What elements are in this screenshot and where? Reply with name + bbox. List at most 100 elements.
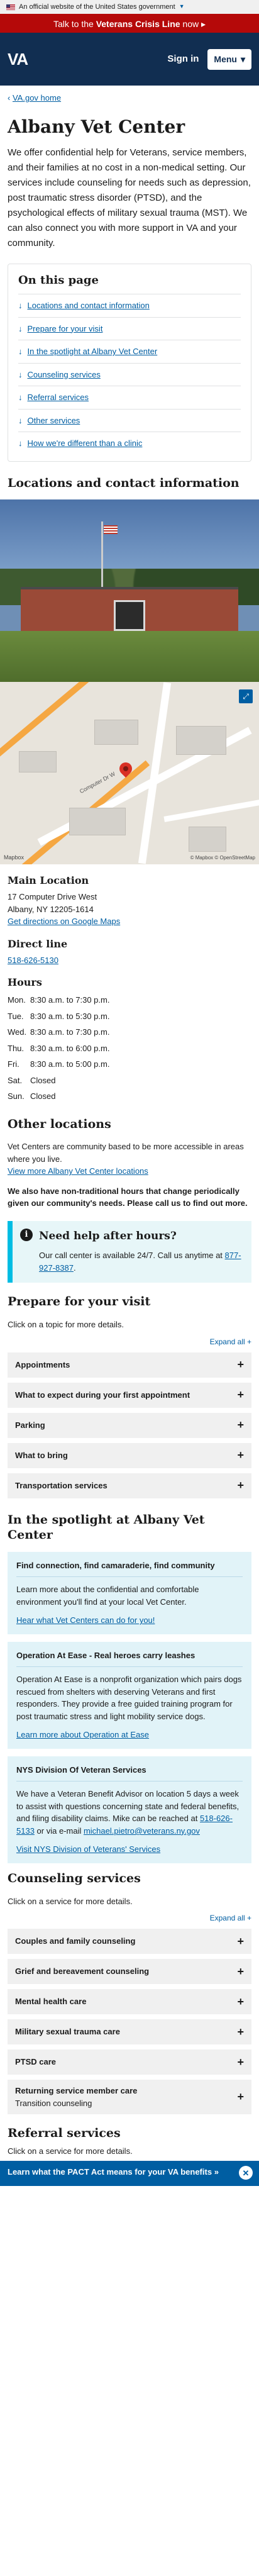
menu-button[interactable]: Menu ▾ [207,48,251,70]
accordion-mst-care[interactable]: Military sexual trauma care + [8,2019,251,2045]
hours-day: Sat. [8,1075,23,1085]
otp-item[interactable]: ↓ In the spotlight at Albany Vet Center [18,340,241,364]
plus-icon: + [237,1995,244,2008]
accordion-label: Transportation services [15,1480,107,1490]
map-attribution[interactable]: © Mapbox © OpenStreetMap [190,854,255,862]
hours-row: Thu. 8:30 a.m. to 6:00 p.m. [8,1042,251,1055]
otp-link[interactable]: Counseling services [28,369,101,381]
arrow-down-icon: ↓ [18,369,23,379]
hours-row: Sun. Closed [8,1090,251,1103]
otp-link[interactable]: Referral services [28,391,89,404]
hours-day: Thu. [8,1043,25,1053]
main-location-heading: Main Location [8,874,89,887]
accordion-label: Parking [15,1420,45,1430]
accordion-label: PTSD care [15,2057,57,2067]
prepare-hint: Click on a topic for more details. [8,1320,124,1330]
hours-day: Sun. [8,1091,25,1101]
crisis-line-banner[interactable]: Talk to the Veterans Crisis Line now ▸ [0,14,259,33]
hours-table: Mon. 8:30 a.m. to 7:30 p.m. Tue. 8:30 a.m.… [8,994,251,1103]
accordion-grief-counseling[interactable]: Grief and bereavement counseling + [8,1959,251,1985]
crisis-suffix: now [182,19,199,29]
otp-item[interactable]: ↓ Referral services [18,386,241,410]
accordion-returning-service-member[interactable]: Returning service member care Transition … [8,2080,251,2115]
referral-heading: Referral services [8,2126,121,2141]
otp-item[interactable]: ↓ Prepare for your visit [18,318,241,340]
spotlight-card-title: Find connection, find camaraderie, find … [16,1559,243,1578]
accordion-sublabel: Transition counseling [15,2098,92,2108]
otp-link[interactable]: In the spotlight at Albany Vet Center [28,345,158,358]
accordion-first-appointment[interactable]: What to expect during your first appoint… [8,1382,251,1408]
site-header: VA Sign in Menu ▾ [0,33,259,86]
other-locations-text: Vet Centers are community based to be mo… [8,1142,244,1164]
accordion-what-to-bring[interactable]: What to bring + [8,1442,251,1468]
page-intro: We offer confidential help for Veterans,… [8,147,251,248]
gov-banner[interactable]: An official website of the United States… [0,0,259,14]
otp-link[interactable]: Prepare for your visit [28,323,103,335]
breadcrumb-home-link[interactable]: VA.gov home [13,93,61,103]
arrow-down-icon: ↓ [18,438,23,448]
info-icon: i [20,1228,33,1241]
more-locations-link[interactable]: View more Albany Vet Center locations [8,1166,148,1176]
plus-icon: + [237,1479,244,1492]
prepare-heading: Prepare for your visit [8,1295,151,1309]
hours-time: 8:30 a.m. to 6:00 p.m. [30,1043,110,1053]
spotlight-card-link[interactable]: Learn more about Operation at Ease [16,1730,149,1739]
arrow-down-icon: ↓ [18,415,23,425]
hours-time: 8:30 a.m. to 5:30 p.m. [30,1011,110,1021]
hours-row: Mon. 8:30 a.m. to 7:30 p.m. [8,994,251,1006]
on-this-page: On this page ↓ Locations and contact info… [8,264,251,462]
accordion-appointments[interactable]: Appointments + [8,1352,251,1378]
pact-act-banner[interactable]: Learn what the PACT Act means for your V… [0,2161,259,2187]
phone-link[interactable]: 518-626-5130 [8,956,58,965]
spotlight-card-body-mid: or via e-mail [36,1826,82,1836]
spotlight-card-link[interactable]: Visit NYS Division of Veterans' Services [16,1844,160,1854]
location-map[interactable]: Computer Dr W ⤢ Mapbox © Mapbox © OpenSt… [0,682,259,865]
spotlight-card-link[interactable]: Hear what Vet Centers can do for you! [16,1615,155,1625]
spotlight-heading: In the spotlight at Albany Vet Center [8,1512,205,1542]
counseling-expand-all-button[interactable]: Expand all + [8,1912,251,1924]
accordion-transportation[interactable]: Transportation services + [8,1473,251,1498]
accordion-couples-counseling[interactable]: Couples and family counseling + [8,1929,251,1954]
otp-link[interactable]: Locations and contact information [28,299,150,312]
plus-icon: + [237,2025,244,2038]
crisis-prefix: Talk to the [53,19,94,29]
otp-item[interactable]: ↓ Other services [18,410,241,432]
accordion-label: Returning service member care [15,2086,138,2096]
otp-item[interactable]: ↓ Counseling services [18,364,241,386]
plus-icon: + [237,1449,244,1462]
page-title: Albany Vet Center [8,116,185,137]
after-hours-period: . [73,1263,76,1273]
advisor-email-link[interactable]: michael.pietro@veterans.ny.gov [84,1826,200,1836]
close-icon[interactable]: ✕ [239,2166,253,2180]
expand-icon[interactable]: ⤢ [239,689,253,704]
arrow-down-icon: ↓ [18,347,23,356]
otp-item[interactable]: ↓ How we're different than a clinic [18,432,241,455]
spotlight-card: Operation At Ease - Real heroes carry le… [8,1641,251,1749]
chevron-left-icon: ‹ [8,93,11,103]
plus-icon: + [237,2055,244,2068]
arrow-down-icon: ↓ [18,323,23,333]
prepare-expand-all-button[interactable]: Expand all + [8,1336,251,1347]
directions-link[interactable]: Get directions on Google Maps [8,917,120,926]
otp-item[interactable]: ↓ Locations and contact information [18,294,241,318]
hours-day: Mon. [8,995,26,1005]
hours-row: Sat. Closed [8,1074,251,1087]
accordion-label: Couples and family counseling [15,1936,136,1946]
accordion-ptsd-care[interactable]: PTSD care + [8,2049,251,2075]
plus-icon: + [237,1934,244,1948]
chevron-right-icon: ▸ [201,19,206,29]
accordion-parking[interactable]: Parking + [8,1412,251,1438]
hours-time: 8:30 a.m. to 5:00 p.m. [30,1059,110,1069]
pact-act-text: Learn what the PACT Act means for your V… [8,2167,212,2177]
vet-center-photo [0,499,259,683]
otp-link[interactable]: How we're different than a clinic [28,437,143,450]
otp-link[interactable]: Other services [28,415,80,427]
accordion-mental-health[interactable]: Mental health care + [8,1989,251,2015]
address-line2: Albany, NY 12205-1614 [8,904,94,914]
crisis-strong: Veterans Crisis Line [96,19,180,29]
spotlight-card-title: NYS Division Of Veteran Services [16,1764,243,1782]
va-logo[interactable]: VA [8,47,28,72]
plus-icon: + [237,1358,244,1371]
address-line1: 17 Computer Drive West [8,892,97,902]
sign-in-link[interactable]: Sign in [167,52,199,67]
